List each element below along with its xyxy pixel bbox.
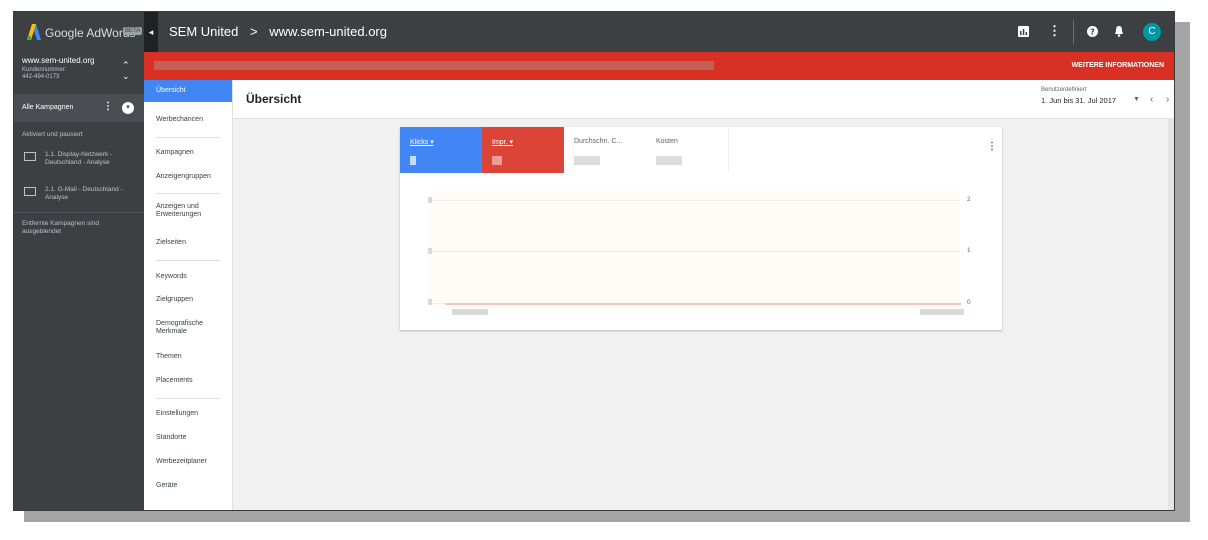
- x-axis-start-label-redacted: [452, 309, 488, 315]
- avatar[interactable]: C: [1143, 23, 1161, 41]
- account-selector[interactable]: www.sem-united.org Kundennummer: 442-494…: [14, 52, 144, 94]
- campaign-icon: [24, 187, 36, 196]
- nav-audiences[interactable]: Zielgruppen: [144, 296, 232, 304]
- breadcrumb-account[interactable]: SEM United: [169, 24, 238, 39]
- nav-settings[interactable]: Einstellungen: [144, 410, 232, 418]
- account-number-label: Kundennummer:: [22, 67, 67, 73]
- adwords-window: Google AdWords BETA ◂ SEM United > www.s…: [13, 11, 1175, 511]
- nav-divider: [156, 398, 220, 399]
- beta-badge: BETA: [123, 27, 143, 35]
- all-campaigns-row[interactable]: Alle Kampagnen ⋮ ▾: [14, 94, 144, 122]
- overview-chart-card: Klicks ▾ Impr. ▾ Durchschn. C... Kosten …: [400, 127, 1002, 330]
- topbar-divider: [1073, 20, 1074, 44]
- breadcrumb: SEM United > www.sem-united.org: [169, 24, 395, 39]
- gridline: [430, 251, 960, 252]
- removed-campaigns-note: Entfernte Kampagnen sind ausgeblendet: [22, 220, 99, 235]
- chart-plot-area: [430, 191, 960, 309]
- breadcrumb-site[interactable]: www.sem-united.org: [269, 24, 387, 39]
- left-axis-label-redacted: [428, 248, 432, 254]
- series-line-impressions: [445, 303, 961, 305]
- brand[interactable]: Google AdWords BETA: [14, 12, 144, 52]
- y-tick-label: 0: [967, 299, 971, 306]
- campaign-icon: [24, 152, 36, 161]
- nav-divider: [156, 260, 220, 261]
- more-info-link[interactable]: WEITERE INFORMATIONEN: [1072, 62, 1164, 69]
- banner-message-redacted: [154, 61, 714, 70]
- account-name: www.sem-united.org: [22, 56, 95, 65]
- metric-clicks[interactable]: Klicks ▾: [400, 127, 482, 173]
- brand-name: Google AdWords: [45, 26, 136, 40]
- breadcrumb-separator: >: [250, 24, 258, 39]
- nav-locations[interactable]: Standorte: [144, 434, 232, 442]
- nav-opportunities[interactable]: Werbechancen: [144, 116, 232, 124]
- metric-label: Impr. ▾: [492, 139, 514, 146]
- nav-demographics[interactable]: Demografische Merkmale: [144, 320, 224, 336]
- sidebar-divider: [14, 212, 144, 213]
- page-title: Übersicht: [246, 92, 302, 106]
- metric-cost[interactable]: Kosten: [646, 127, 729, 173]
- left-axis-label-redacted: [428, 299, 432, 305]
- page-navigation: Übersicht Werbechancen Kampagnen Anzeige…: [144, 80, 233, 510]
- campaign-status-heading: Aktiviert und pausiert: [22, 131, 83, 138]
- nav-divider: [156, 193, 220, 194]
- campaign-sidebar: www.sem-united.org Kundennummer: 442-494…: [14, 52, 144, 510]
- left-axis-label-redacted: [428, 197, 432, 203]
- date-range-label: Benutzerdefiniert: [1041, 87, 1087, 93]
- nav-ad-schedule[interactable]: Werbezeitplaner: [144, 458, 232, 466]
- top-bar: Google AdWords BETA ◂ SEM United > www.s…: [14, 12, 1174, 52]
- metric-value-redacted: [574, 156, 600, 165]
- account-switch-icon[interactable]: ⌃ ⌄: [122, 60, 130, 82]
- metric-value-redacted: [410, 156, 416, 165]
- nav-campaigns[interactable]: Kampagnen: [144, 149, 232, 157]
- page-header: Übersicht Benutzerdefiniert 1. Jun bis 3…: [233, 80, 1174, 119]
- metric-label: Durchschn. C...: [574, 138, 623, 145]
- next-period-icon[interactable]: ›: [1166, 94, 1169, 105]
- nav-divider: [156, 137, 220, 138]
- more-vert-icon[interactable]: ⋮: [987, 141, 997, 152]
- previous-period-icon[interactable]: ‹: [1150, 94, 1153, 105]
- campaign-label: 2.1. G-Mail - Deutschland - Analyse: [45, 186, 123, 201]
- y-tick-label: 1: [967, 247, 971, 254]
- adwords-logo-icon: [27, 24, 41, 40]
- page-scrollbar[interactable]: [1168, 118, 1174, 510]
- gridline: [430, 200, 960, 201]
- metric-label: Kosten: [656, 138, 678, 145]
- metric-label: Klicks ▾: [410, 139, 434, 146]
- nav-placements[interactable]: Placements: [144, 377, 232, 385]
- nav-overview[interactable]: Übersicht: [144, 80, 232, 102]
- more-vert-icon[interactable]: ⋮: [1048, 23, 1061, 39]
- nav-devices[interactable]: Geräte: [144, 482, 232, 490]
- metric-value-redacted: [656, 156, 682, 165]
- date-range-value[interactable]: 1. Jun bis 31. Jul 2017: [1041, 96, 1116, 105]
- notification-banner: WEITERE INFORMATIONEN: [144, 52, 1174, 80]
- nav-ads-extensions[interactable]: Anzeigen und Erweiterungen: [144, 203, 224, 219]
- more-vert-icon[interactable]: ⋮: [103, 101, 113, 112]
- collapse-sidebar-icon[interactable]: ◂: [144, 12, 158, 52]
- nav-landing-pages[interactable]: Zielseiten: [144, 239, 232, 247]
- filter-dropdown-icon[interactable]: ▾: [122, 102, 134, 114]
- notifications-icon[interactable]: [1114, 26, 1124, 37]
- campaign-label: 1.1. Display-Netzwerk - Deutschland - An…: [45, 151, 113, 166]
- all-campaigns-label: Alle Kampagnen: [22, 104, 74, 111]
- nav-ad-groups[interactable]: Anzeigengruppen: [144, 173, 232, 181]
- date-range-dropdown-icon[interactable]: ▼: [1133, 96, 1140, 103]
- help-icon[interactable]: ?: [1087, 26, 1098, 37]
- account-number: 442-494-0173: [22, 74, 60, 80]
- metric-value-redacted: [492, 156, 502, 165]
- y-tick-label: 2: [967, 196, 971, 203]
- metric-impressions[interactable]: Impr. ▾: [482, 127, 564, 173]
- metric-avg-cpc[interactable]: Durchschn. C...: [564, 127, 647, 173]
- reports-icon[interactable]: [1018, 26, 1029, 37]
- nav-topics[interactable]: Themen: [144, 353, 232, 361]
- nav-keywords[interactable]: Keywords: [144, 273, 232, 281]
- svg-text:?: ?: [1090, 28, 1095, 37]
- x-axis-end-label-redacted: [920, 309, 964, 315]
